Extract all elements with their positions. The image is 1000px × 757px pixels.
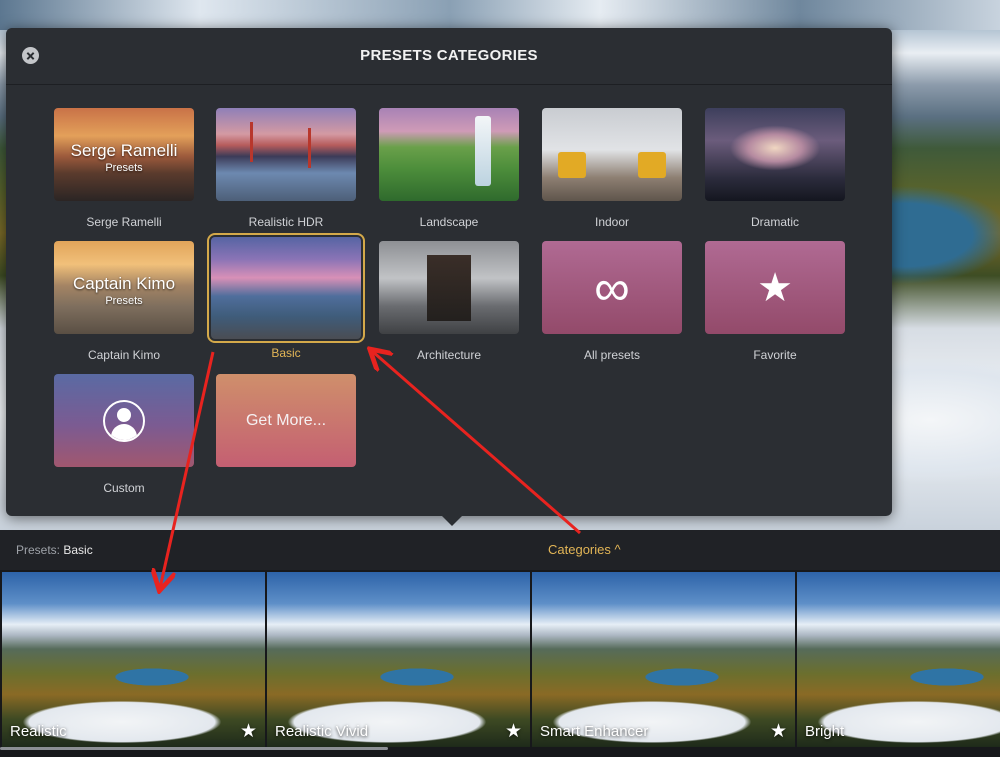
category-label: Favorite [753, 348, 797, 362]
preset-name: Realistic Vivid [275, 723, 369, 740]
star-icon[interactable]: ★ [505, 720, 522, 743]
category-all-presets[interactable]: ∞ All presets [542, 241, 682, 371]
star-icon: ★ [757, 266, 793, 310]
category-architecture[interactable]: Architecture [379, 241, 519, 371]
category-thumbnail [216, 108, 356, 201]
dialog-title: PRESETS CATEGORIES [360, 47, 538, 64]
film-strip-scrollbar[interactable] [0, 747, 388, 750]
preset-name: Smart Enhancer [540, 723, 649, 740]
star-icon[interactable]: ★ [240, 720, 257, 743]
category-thumbnail: Serge Ramelli Presets [54, 108, 194, 201]
categories-toggle-button[interactable]: Categories ^ [548, 542, 621, 557]
category-custom[interactable]: Custom [54, 374, 194, 504]
thumbnail-title: Captain Kimo [72, 274, 176, 293]
thumbnail-subtitle: Presets [105, 295, 143, 307]
presets-bar: Presets: Basic Categories ^ [0, 530, 1000, 570]
category-thumbnail: ★ [705, 241, 845, 334]
category-thumbnail: Captain Kimo Presets [54, 241, 194, 334]
presets-current-value: Basic [63, 543, 93, 557]
preset-name: Bright [805, 723, 845, 740]
category-label: Custom [103, 481, 145, 495]
category-thumbnail [207, 233, 365, 343]
category-thumbnail: ∞ [542, 241, 682, 334]
category-realistic-hdr[interactable]: Realistic HDR [216, 108, 356, 238]
category-thumbnail [54, 374, 194, 467]
category-label: Architecture [416, 348, 482, 362]
category-landscape[interactable]: Landscape [379, 108, 519, 238]
category-thumbnail [379, 241, 519, 334]
preset-smart-enhancer[interactable]: Smart Enhancer ★ [532, 572, 795, 747]
category-label: All presets [583, 348, 641, 362]
dialog-header: PRESETS CATEGORIES [6, 28, 892, 85]
thumbnail-subtitle: Presets [105, 162, 143, 174]
category-label: Landscape [419, 215, 479, 229]
preset-bright[interactable]: Bright [797, 572, 1000, 747]
preset-realistic-vivid[interactable]: Realistic Vivid ★ [267, 572, 530, 747]
category-thumbnail [379, 108, 519, 201]
category-label: Indoor [594, 215, 630, 229]
get-more-label: Get More... [245, 412, 327, 429]
category-serge-ramelli[interactable]: Serge Ramelli Presets Serge Ramelli [54, 108, 194, 238]
preset-realistic[interactable]: Realistic ★ [2, 572, 265, 747]
category-label: Realistic HDR [248, 215, 324, 229]
presets-film-strip: Realistic ★ Realistic Vivid ★ Smart Enha… [0, 570, 1000, 757]
preset-name: Realistic [10, 723, 67, 740]
category-dramatic[interactable]: Dramatic [705, 108, 845, 238]
category-label: Captain Kimo [87, 348, 161, 362]
category-thumbnail [705, 108, 845, 201]
thumbnail-title: Serge Ramelli [70, 141, 178, 160]
dialog-pointer [440, 514, 464, 526]
category-basic[interactable]: Basic [207, 233, 365, 367]
category-thumbnail: Get More... [216, 374, 356, 467]
infinity-icon: ∞ [594, 260, 630, 316]
category-label: Serge Ramelli [86, 215, 162, 229]
presets-current-label: Presets: Basic [16, 543, 93, 557]
category-indoor[interactable]: Indoor [542, 108, 682, 238]
user-circle-icon [103, 400, 145, 442]
category-thumbnail [542, 108, 682, 201]
presets-categories-dialog: PRESETS CATEGORIES Serge Ramelli Presets… [6, 28, 892, 526]
category-label: Dramatic [750, 215, 799, 229]
category-label: Basic [271, 346, 301, 360]
category-captain-kimo[interactable]: Captain Kimo Presets Captain Kimo [54, 241, 194, 371]
star-icon[interactable]: ★ [770, 720, 787, 743]
category-favorite[interactable]: ★ Favorite [705, 241, 845, 371]
presets-prefix: Presets: [16, 543, 61, 557]
get-more-button[interactable]: Get More... [216, 374, 356, 504]
